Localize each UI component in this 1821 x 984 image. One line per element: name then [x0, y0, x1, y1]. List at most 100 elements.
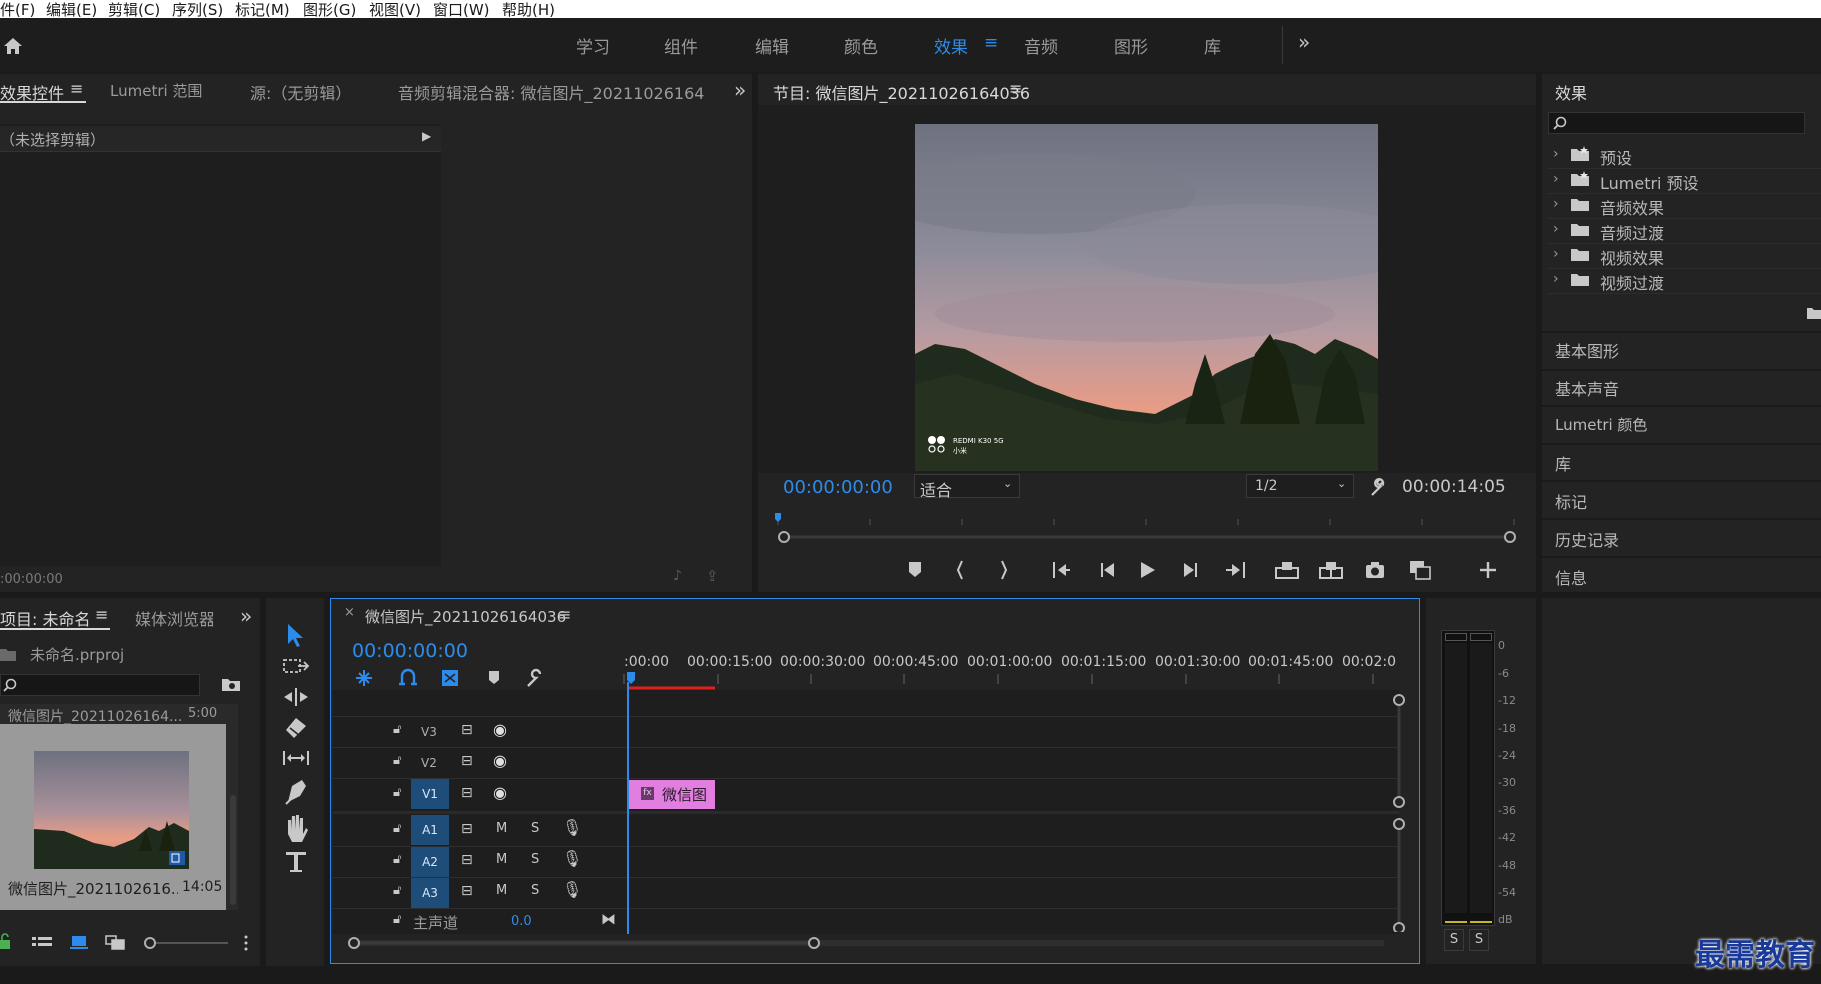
solo-button[interactable]: S [531, 852, 539, 867]
effects-item-lumetri-presets[interactable]: › Lumetri 预设 [1548, 169, 1821, 194]
section-history[interactable]: 历史记录 [1555, 527, 1619, 551]
hand-tool-icon[interactable] [288, 815, 308, 842]
panel-menu-icon[interactable]: ≡ [70, 79, 83, 98]
selection-tool-icon[interactable] [288, 624, 303, 647]
snap-icon[interactable] [399, 668, 417, 686]
menu-markers[interactable]: 标记(M) [235, 0, 290, 20]
eye-icon[interactable]: ◉ [493, 751, 507, 770]
comparison-view-icon[interactable] [1410, 561, 1431, 580]
track-target-a2[interactable]: A2 [411, 847, 449, 877]
workspace-graphics[interactable]: 图形 [1114, 33, 1148, 58]
menu-edit[interactable]: 编辑(E) [46, 0, 97, 20]
clip-thumbnail[interactable] [34, 751, 189, 869]
section-lumetri-color[interactable]: Lumetri 颜色 [1555, 414, 1647, 435]
type-tool-icon[interactable] [286, 852, 306, 872]
sync-lock-icon[interactable]: ⊟ [461, 785, 473, 801]
tabs-overflow-icon[interactable]: » [734, 78, 746, 102]
tab-media-browser[interactable]: 媒体浏览器 [135, 606, 213, 630]
solo-button[interactable]: S [531, 821, 539, 836]
lock-icon[interactable]: 🔓︎ [393, 883, 401, 898]
project-menu-icon[interactable]: ≡ [95, 605, 108, 624]
menu-help[interactable]: 帮助(H) [502, 0, 555, 20]
effects-item-video-effects[interactable]: › 视频效果 [1548, 244, 1821, 269]
project-scrollbar[interactable] [230, 795, 236, 905]
effects-item-audio-transitions[interactable]: › 音频过渡 [1548, 219, 1821, 244]
menu-window[interactable]: 窗口(W) [433, 0, 490, 20]
track-header-master[interactable]: 🔓︎ 主声道 0.0 ⧓ [333, 908, 625, 934]
master-volume-value[interactable]: 0.0 [511, 914, 532, 929]
track-header-a1[interactable]: 🔓︎ A1 ⊟ M S 🎙︎ [333, 815, 625, 846]
track-target-a3[interactable]: A3 [411, 878, 449, 908]
tabs-overflow-icon[interactable]: » [240, 604, 252, 628]
play-icon[interactable] [1141, 562, 1155, 578]
track-header-v2[interactable]: 🔓︎ V2 ⊟ ◉ [333, 747, 625, 778]
close-icon[interactable]: × [344, 605, 355, 620]
slip-tool-icon[interactable] [283, 751, 309, 765]
zoom-slider[interactable] [144, 937, 156, 949]
workspace-learn[interactable]: 学习 [576, 33, 610, 58]
lock-icon[interactable]: 🔓︎ [393, 912, 401, 927]
zoom-fit-select[interactable]: 适合 ⌄ [914, 474, 1020, 500]
track-header-a2[interactable]: 🔓︎ A2 ⊟ M S 🎙︎ [333, 846, 625, 877]
workspace-overflow-icon[interactable]: » [1298, 30, 1310, 54]
tab-source[interactable]: 源:（无剪辑） [250, 80, 351, 104]
eye-icon[interactable]: ◉ [493, 720, 507, 739]
menu-clip[interactable]: 剪辑(C) [108, 0, 160, 20]
effects-search-input[interactable] [1548, 112, 1805, 134]
find-icon[interactable] [222, 677, 240, 691]
icon-view-icon[interactable] [70, 936, 88, 949]
track-header-v3[interactable]: 🔓︎ V3 ⊟ ◉ [333, 716, 625, 747]
lock-icon[interactable]: 🔓︎ [393, 753, 401, 768]
menu-view[interactable]: 视图(V) [369, 0, 421, 20]
sync-lock-icon[interactable]: ⊟ [461, 753, 473, 769]
timeline-timecode[interactable]: 00:00:00:00 [352, 640, 468, 662]
camera-icon[interactable] [1366, 562, 1384, 578]
mark-in-icon[interactable] [956, 560, 963, 580]
sync-lock-icon[interactable]: ⊟ [461, 883, 473, 899]
microphone-icon[interactable]: 🎙︎ [562, 818, 582, 837]
section-essential-sound[interactable]: 基本声音 [1555, 376, 1619, 400]
workspace-editing[interactable]: 编辑 [755, 33, 789, 58]
sync-lock-icon[interactable]: ⊟ [461, 722, 473, 738]
program-scrubber[interactable] [772, 509, 1524, 543]
timeline-vertical-scroll[interactable] [1389, 692, 1409, 932]
timeline-horizontal-scroll[interactable] [344, 933, 1394, 953]
meter-solo-left[interactable]: S [1444, 929, 1464, 951]
tab-audio-clip-mixer[interactable]: 音频剪辑混合器: 微信图片_2021102616403 [398, 80, 704, 104]
workspace-audio[interactable]: 音频 [1024, 33, 1058, 58]
tab-lumetri-scopes[interactable]: Lumetri 范围 [110, 80, 202, 101]
pen-tool-icon[interactable] [285, 780, 306, 805]
eye-icon[interactable]: ◉ [493, 783, 507, 802]
project-search-input[interactable] [0, 674, 200, 696]
home-icon[interactable] [2, 35, 24, 57]
track-header-a3[interactable]: 🔓︎ A3 ⊟ M S 🎙︎ [333, 877, 625, 908]
microphone-icon[interactable]: 🎙︎ [562, 849, 582, 868]
add-marker-icon[interactable] [489, 671, 499, 684]
mute-button[interactable]: M [496, 852, 507, 867]
expand-arrow-icon[interactable]: ▶ [422, 129, 431, 143]
workspace-effects[interactable]: 效果 [934, 33, 968, 58]
effects-item-video-transitions[interactable]: › 视频过渡 [1548, 269, 1821, 294]
effects-item-audio-effects[interactable]: › 音频效果 [1548, 194, 1821, 219]
section-libraries[interactable]: 库 [1555, 451, 1571, 475]
workspace-menu-icon[interactable]: ≡ [984, 33, 998, 53]
razor-tool-icon[interactable] [286, 718, 306, 738]
lock-icon[interactable]: 🔓︎ [393, 852, 401, 867]
workspace-libraries[interactable]: 库 [1204, 33, 1221, 58]
list-view-icon[interactable] [32, 937, 52, 946]
lift-icon[interactable] [1275, 562, 1299, 579]
track-target-a1[interactable]: A1 [411, 815, 449, 845]
track-select-tool-icon[interactable] [283, 659, 310, 673]
new-bin-icon[interactable] [1806, 306, 1821, 319]
mark-out-icon[interactable] [1001, 560, 1008, 580]
lock-icon[interactable]: 🔓︎ [393, 785, 401, 800]
lock-icon[interactable]: 🔓︎ [393, 821, 401, 836]
lock-icon[interactable] [0, 933, 10, 949]
step-back-icon[interactable] [1101, 563, 1114, 577]
go-to-in-icon[interactable] [1053, 562, 1070, 578]
freeform-view-icon[interactable] [105, 935, 125, 950]
linked-selection-icon[interactable] [442, 670, 458, 686]
menu-graphics[interactable]: 图形(G) [303, 0, 356, 20]
effects-item-presets[interactable]: › 预设 [1548, 144, 1821, 169]
sync-lock-icon[interactable]: ⊟ [461, 821, 473, 837]
